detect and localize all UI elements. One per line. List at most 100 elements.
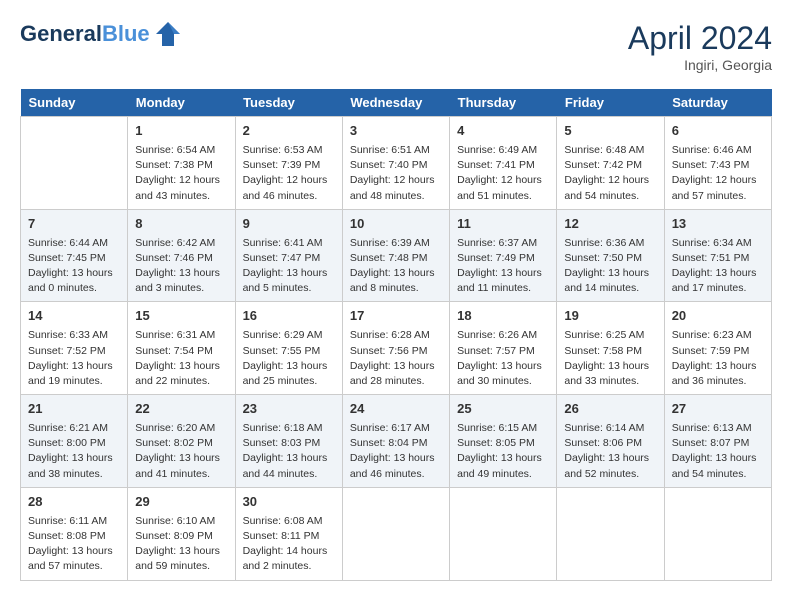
calendar-week-row: 28 Sunrise: 6:11 AM Sunset: 8:08 PM Dayli…: [21, 487, 772, 580]
title-block: April 2024 Ingiri, Georgia: [628, 20, 772, 73]
calendar-cell: 21 Sunrise: 6:21 AM Sunset: 8:00 PM Dayli…: [21, 395, 128, 488]
header-wednesday: Wednesday: [342, 89, 449, 117]
day-number: 13: [672, 215, 764, 234]
day-number: 8: [135, 215, 227, 234]
calendar-week-row: 14 Sunrise: 6:33 AM Sunset: 7:52 PM Dayli…: [21, 302, 772, 395]
day-number: 28: [28, 493, 120, 512]
day-info: Sunrise: 6:34 AM Sunset: 7:51 PM Dayligh…: [672, 236, 764, 297]
header-friday: Friday: [557, 89, 664, 117]
day-info: Sunrise: 6:51 AM Sunset: 7:40 PM Dayligh…: [350, 143, 442, 204]
month-title: April 2024: [628, 20, 772, 57]
calendar-cell: 19Sunrise: 6:25 AM Sunset: 7:58 PM Dayli…: [557, 302, 664, 395]
day-info: Sunrise: 6:23 AM Sunset: 7:59 PM Dayligh…: [672, 328, 764, 389]
calendar-cell: 23Sunrise: 6:18 AM Sunset: 8:03 PM Dayli…: [235, 395, 342, 488]
calendar-cell: 10Sunrise: 6:39 AM Sunset: 7:48 PM Dayli…: [342, 209, 449, 302]
calendar-cell: [21, 117, 128, 210]
calendar-week-row: 7 Sunrise: 6:44 AM Sunset: 7:45 PM Daylig…: [21, 209, 772, 302]
logo-icon: [154, 20, 182, 48]
calendar-cell: 7 Sunrise: 6:44 AM Sunset: 7:45 PM Daylig…: [21, 209, 128, 302]
calendar-cell: [557, 487, 664, 580]
day-info: Sunrise: 6:17 AM Sunset: 8:04 PM Dayligh…: [350, 421, 442, 482]
day-number: 11: [457, 215, 549, 234]
day-number: 29: [135, 493, 227, 512]
day-number: 18: [457, 307, 549, 326]
day-info: Sunrise: 6:15 AM Sunset: 8:05 PM Dayligh…: [457, 421, 549, 482]
day-info: Sunrise: 6:13 AM Sunset: 8:07 PM Dayligh…: [672, 421, 764, 482]
day-number: 14: [28, 307, 120, 326]
calendar-cell: 3 Sunrise: 6:51 AM Sunset: 7:40 PM Daylig…: [342, 117, 449, 210]
day-number: 7: [28, 215, 120, 234]
day-info: Sunrise: 6:11 AM Sunset: 8:08 PM Dayligh…: [28, 514, 120, 575]
day-number: 6: [672, 122, 764, 141]
day-info: Sunrise: 6:10 AM Sunset: 8:09 PM Dayligh…: [135, 514, 227, 575]
calendar-cell: 22 Sunrise: 6:20 AM Sunset: 8:02 PM Dayli…: [128, 395, 235, 488]
day-info: Sunrise: 6:37 AM Sunset: 7:49 PM Dayligh…: [457, 236, 549, 297]
day-number: 1: [135, 122, 227, 141]
header-sunday: Sunday: [21, 89, 128, 117]
logo: GeneralBlue: [20, 20, 182, 48]
day-number: 2: [243, 122, 335, 141]
day-info: Sunrise: 6:41 AM Sunset: 7:47 PM Dayligh…: [243, 236, 335, 297]
calendar-table: SundayMondayTuesdayWednesdayThursdayFrid…: [20, 89, 772, 581]
calendar-cell: 2 Sunrise: 6:53 AM Sunset: 7:39 PM Daylig…: [235, 117, 342, 210]
calendar-cell: 13 Sunrise: 6:34 AM Sunset: 7:51 PM Dayli…: [664, 209, 771, 302]
day-info: Sunrise: 6:53 AM Sunset: 7:39 PM Dayligh…: [243, 143, 335, 204]
header-tuesday: Tuesday: [235, 89, 342, 117]
calendar-cell: [664, 487, 771, 580]
day-number: 20: [672, 307, 764, 326]
day-info: Sunrise: 6:21 AM Sunset: 8:00 PM Dayligh…: [28, 421, 120, 482]
calendar-header-row: SundayMondayTuesdayWednesdayThursdayFrid…: [21, 89, 772, 117]
calendar-week-row: 1Sunrise: 6:54 AM Sunset: 7:38 PM Daylig…: [21, 117, 772, 210]
calendar-cell: 17Sunrise: 6:28 AM Sunset: 7:56 PM Dayli…: [342, 302, 449, 395]
calendar-cell: 30Sunrise: 6:08 AM Sunset: 8:11 PM Dayli…: [235, 487, 342, 580]
calendar-cell: 18 Sunrise: 6:26 AM Sunset: 7:57 PM Dayli…: [450, 302, 557, 395]
day-number: 5: [564, 122, 656, 141]
calendar-cell: 29 Sunrise: 6:10 AM Sunset: 8:09 PM Dayli…: [128, 487, 235, 580]
day-number: 15: [135, 307, 227, 326]
header-saturday: Saturday: [664, 89, 771, 117]
day-info: Sunrise: 6:14 AM Sunset: 8:06 PM Dayligh…: [564, 421, 656, 482]
calendar-cell: [342, 487, 449, 580]
day-number: 25: [457, 400, 549, 419]
day-info: Sunrise: 6:33 AM Sunset: 7:52 PM Dayligh…: [28, 328, 120, 389]
day-number: 22: [135, 400, 227, 419]
header-monday: Monday: [128, 89, 235, 117]
calendar-cell: 20 Sunrise: 6:23 AM Sunset: 7:59 PM Dayli…: [664, 302, 771, 395]
header-thursday: Thursday: [450, 89, 557, 117]
calendar-cell: 9Sunrise: 6:41 AM Sunset: 7:47 PM Daylig…: [235, 209, 342, 302]
day-number: 21: [28, 400, 120, 419]
day-number: 3: [350, 122, 442, 141]
day-info: Sunrise: 6:08 AM Sunset: 8:11 PM Dayligh…: [243, 514, 335, 575]
day-info: Sunrise: 6:26 AM Sunset: 7:57 PM Dayligh…: [457, 328, 549, 389]
calendar-cell: 1Sunrise: 6:54 AM Sunset: 7:38 PM Daylig…: [128, 117, 235, 210]
day-number: 24: [350, 400, 442, 419]
day-info: Sunrise: 6:49 AM Sunset: 7:41 PM Dayligh…: [457, 143, 549, 204]
day-number: 12: [564, 215, 656, 234]
calendar-cell: [450, 487, 557, 580]
day-info: Sunrise: 6:18 AM Sunset: 8:03 PM Dayligh…: [243, 421, 335, 482]
calendar-cell: 11 Sunrise: 6:37 AM Sunset: 7:49 PM Dayli…: [450, 209, 557, 302]
calendar-week-row: 21 Sunrise: 6:21 AM Sunset: 8:00 PM Dayli…: [21, 395, 772, 488]
day-info: Sunrise: 6:28 AM Sunset: 7:56 PM Dayligh…: [350, 328, 442, 389]
calendar-cell: 4 Sunrise: 6:49 AM Sunset: 7:41 PM Daylig…: [450, 117, 557, 210]
day-info: Sunrise: 6:29 AM Sunset: 7:55 PM Dayligh…: [243, 328, 335, 389]
calendar-cell: 6Sunrise: 6:46 AM Sunset: 7:43 PM Daylig…: [664, 117, 771, 210]
day-info: Sunrise: 6:48 AM Sunset: 7:42 PM Dayligh…: [564, 143, 656, 204]
page-header: GeneralBlue April 2024 Ingiri, Georgia: [20, 20, 772, 73]
day-info: Sunrise: 6:44 AM Sunset: 7:45 PM Dayligh…: [28, 236, 120, 297]
day-number: 16: [243, 307, 335, 326]
day-number: 4: [457, 122, 549, 141]
calendar-cell: 14 Sunrise: 6:33 AM Sunset: 7:52 PM Dayli…: [21, 302, 128, 395]
calendar-cell: 28 Sunrise: 6:11 AM Sunset: 8:08 PM Dayli…: [21, 487, 128, 580]
day-info: Sunrise: 6:20 AM Sunset: 8:02 PM Dayligh…: [135, 421, 227, 482]
day-number: 19: [564, 307, 656, 326]
day-number: 10: [350, 215, 442, 234]
calendar-cell: 27Sunrise: 6:13 AM Sunset: 8:07 PM Dayli…: [664, 395, 771, 488]
day-number: 26: [564, 400, 656, 419]
day-info: Sunrise: 6:36 AM Sunset: 7:50 PM Dayligh…: [564, 236, 656, 297]
calendar-cell: 5 Sunrise: 6:48 AM Sunset: 7:42 PM Daylig…: [557, 117, 664, 210]
calendar-cell: 12 Sunrise: 6:36 AM Sunset: 7:50 PM Dayli…: [557, 209, 664, 302]
location: Ingiri, Georgia: [628, 57, 772, 73]
calendar-cell: 24 Sunrise: 6:17 AM Sunset: 8:04 PM Dayli…: [342, 395, 449, 488]
calendar-cell: 16 Sunrise: 6:29 AM Sunset: 7:55 PM Dayli…: [235, 302, 342, 395]
